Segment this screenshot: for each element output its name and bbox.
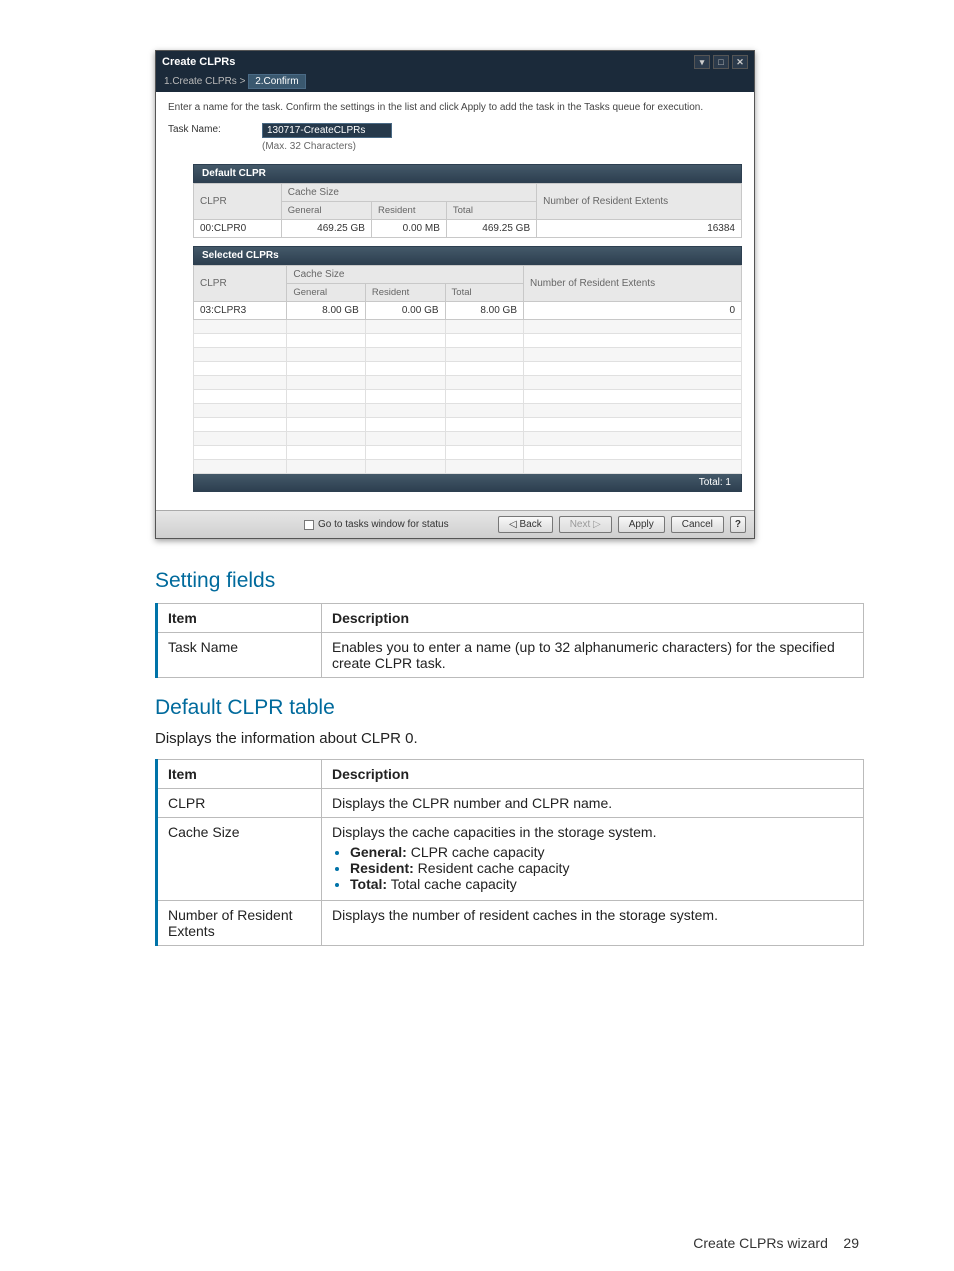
- help-button[interactable]: ?: [730, 516, 746, 533]
- task-name-hint: (Max. 32 Characters): [262, 141, 392, 152]
- checkbox-icon[interactable]: [304, 520, 314, 530]
- table-row: 03:CLPR3 8.00 GB 0.00 GB 8.00 GB 0: [194, 302, 742, 320]
- default-clpr-doc-table: Item Description CLPR Displays the CLPR …: [155, 759, 864, 946]
- dialog-title: Create CLPRs: [162, 56, 235, 68]
- maximize-icon[interactable]: □: [713, 55, 729, 69]
- default-clpr-table: CLPR Cache Size Number of Resident Exten…: [193, 183, 742, 238]
- close-icon[interactable]: ✕: [732, 55, 748, 69]
- page-footer: Create CLPRs wizard 29: [693, 1235, 859, 1251]
- task-name-label: Task Name:: [168, 123, 248, 135]
- create-clprs-dialog: Create CLPRs ▾ □ ✕ 1.Create CLPRs > 2.Co…: [155, 50, 755, 539]
- cancel-button[interactable]: Cancel: [671, 516, 724, 533]
- breadcrumb: 1.Create CLPRs > 2.Confirm: [156, 73, 754, 92]
- task-name-input[interactable]: [262, 123, 392, 138]
- default-clpr-table-heading: Default CLPR table: [155, 696, 864, 720]
- dialog-instruction: Enter a name for the task. Confirm the s…: [168, 102, 742, 113]
- go-to-tasks-checkbox[interactable]: Go to tasks window for status: [304, 519, 449, 530]
- minimize-icon[interactable]: ▾: [694, 55, 710, 69]
- dialog-footer: Go to tasks window for status ◁ Back Nex…: [156, 510, 754, 538]
- apply-button[interactable]: Apply: [618, 516, 665, 533]
- back-button[interactable]: ◁ Back: [498, 516, 553, 533]
- setting-fields-table: Item Description Task Name Enables you t…: [155, 603, 864, 678]
- selected-clprs-table: CLPR Cache Size Number of Resident Exten…: [193, 265, 742, 474]
- selected-total: Total: 1: [193, 474, 742, 492]
- table-row: 00:CLPR0 469.25 GB 0.00 MB 469.25 GB 163…: [194, 220, 742, 238]
- default-clpr-table-desc: Displays the information about CLPR 0.: [155, 730, 864, 747]
- default-clpr-header: Default CLPR: [193, 164, 742, 183]
- default-clpr-panel: Default CLPR CLPR Cache Size Number of R…: [193, 164, 742, 238]
- selected-clprs-header: Selected CLPRs: [193, 246, 742, 265]
- dialog-titlebar: Create CLPRs ▾ □ ✕: [156, 51, 754, 73]
- breadcrumb-step1: 1.Create CLPRs: [164, 76, 237, 87]
- selected-clprs-panel: Selected CLPRs CLPR Cache Size Number of…: [193, 246, 742, 492]
- next-button: Next ▷: [559, 516, 612, 533]
- breadcrumb-step2[interactable]: 2.Confirm: [248, 74, 305, 89]
- setting-fields-heading: Setting fields: [155, 569, 864, 593]
